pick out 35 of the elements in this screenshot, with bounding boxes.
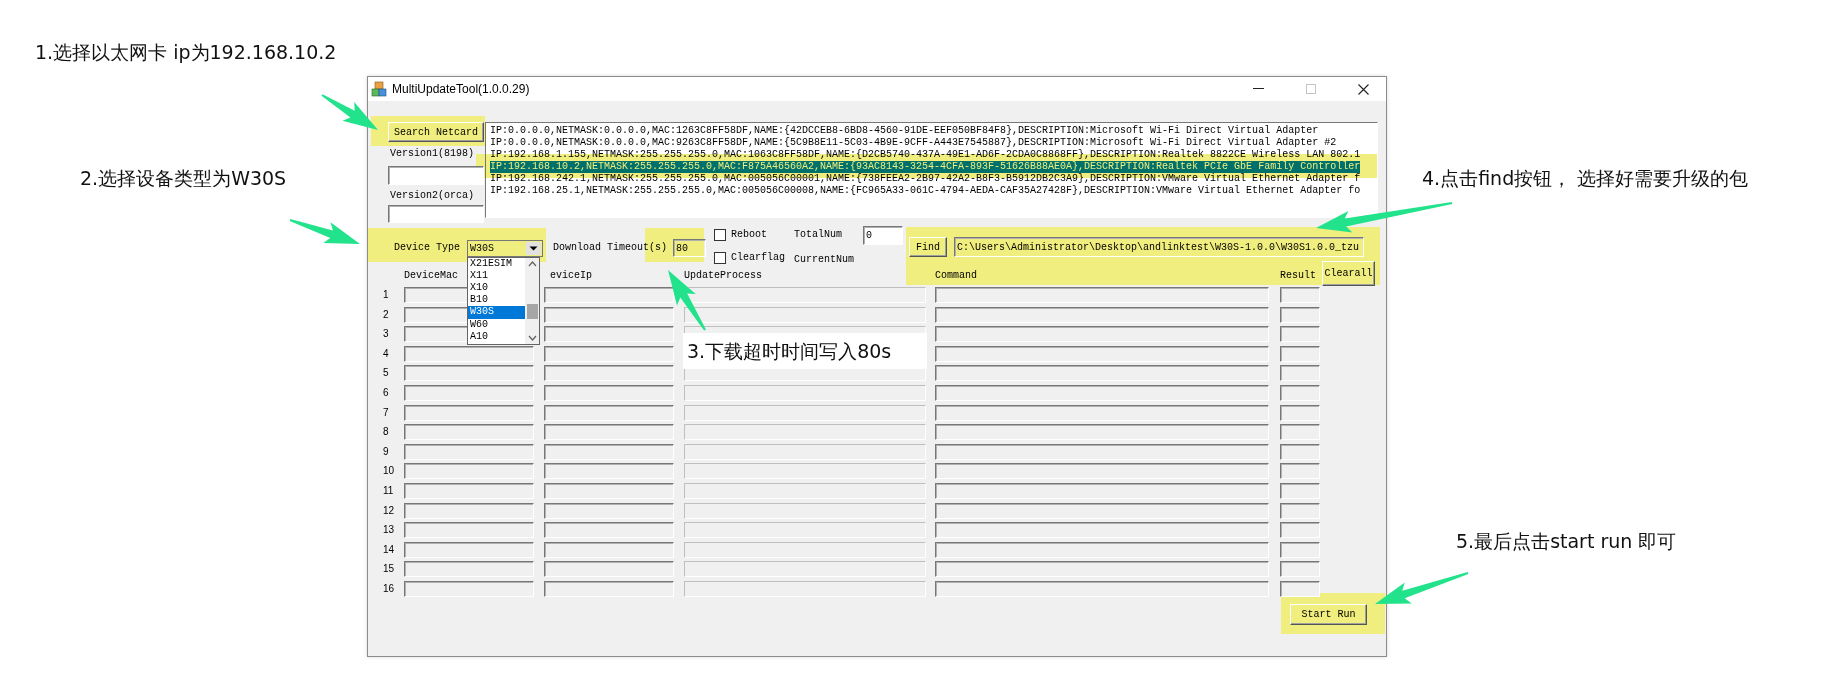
column-header: DeviceMac bbox=[404, 270, 458, 282]
field-label: Download Timeout(s) bbox=[553, 242, 669, 254]
field-label: TotalNum bbox=[794, 229, 843, 241]
column-header: eviceIp bbox=[549, 270, 592, 282]
column-header: Command bbox=[935, 270, 977, 282]
row-number: 13 bbox=[383, 523, 396, 538]
annotation-text: 1.选择以太网卡 ip为192.168.10.2 bbox=[35, 40, 337, 64]
annotation-text: 2.选择设备类型为W30S bbox=[80, 166, 287, 190]
column-header: Result bbox=[1280, 270, 1316, 282]
checkbox-label: Reboot bbox=[731, 229, 767, 241]
row-number: 4 bbox=[383, 346, 390, 361]
row-number: 5 bbox=[383, 366, 390, 381]
row-number: 1 bbox=[383, 288, 390, 302]
row-number: 3 bbox=[383, 327, 390, 342]
row-number: 11 bbox=[383, 483, 395, 498]
column-header: UpdateProcess bbox=[684, 270, 762, 282]
row-number: 6 bbox=[383, 385, 390, 400]
annotation-text: 4.点击find按钮， 选择好需要升级的包 bbox=[1422, 166, 1749, 190]
row-number: 2 bbox=[383, 307, 390, 322]
field-label: Version2(orca) bbox=[390, 190, 475, 202]
field-label: CurrentNum bbox=[794, 254, 855, 266]
row-number: 7 bbox=[383, 405, 390, 420]
checkbox-label: Clearflag bbox=[731, 252, 785, 264]
row-number: 16 bbox=[383, 581, 396, 596]
field-label: Device Type bbox=[394, 242, 461, 254]
row-number: 8 bbox=[383, 425, 390, 440]
annotation-text: 3.下载超时时间写入80s bbox=[683, 333, 927, 369]
field-label: Version1(8198) bbox=[390, 148, 475, 160]
annotation-text: 5.最后点击start run 即可 bbox=[1456, 529, 1677, 553]
row-number: 15 bbox=[383, 562, 396, 577]
row-number: 12 bbox=[383, 503, 396, 518]
row-number: 10 bbox=[383, 464, 396, 479]
row-number: 14 bbox=[383, 542, 396, 557]
window-title: MultiUpdateTool(1.0.0.29) bbox=[392, 82, 530, 96]
row-number: 9 bbox=[383, 444, 390, 459]
